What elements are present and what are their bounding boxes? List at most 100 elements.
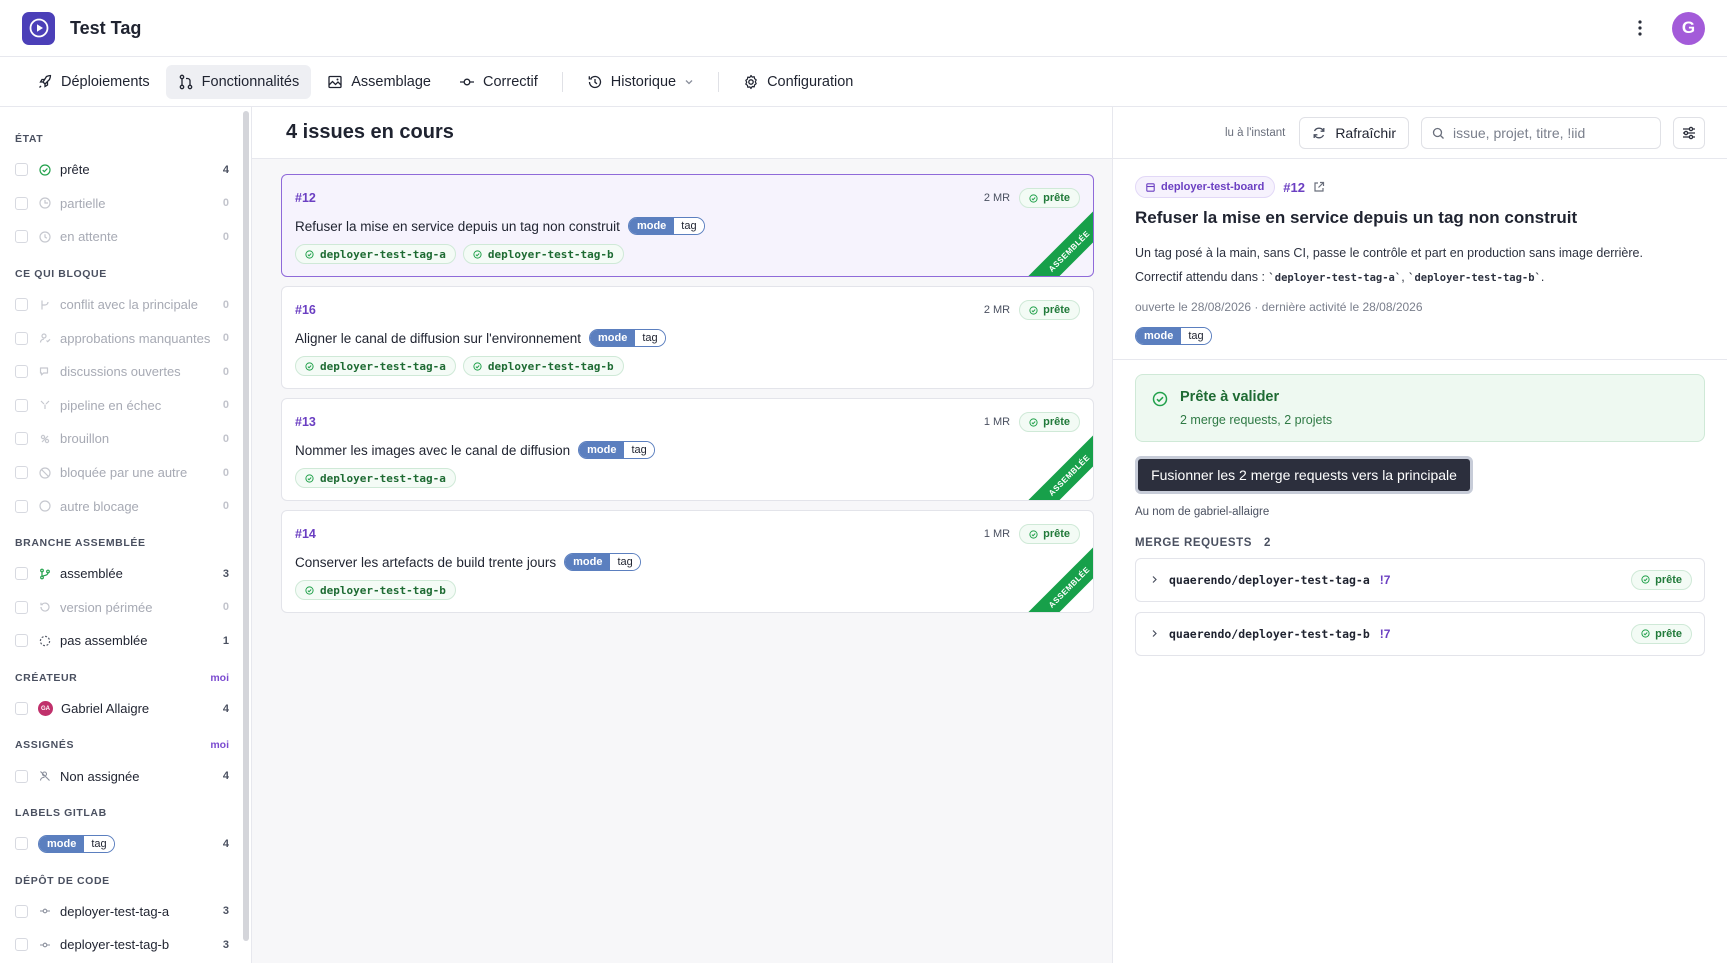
checkbox[interactable] [15,398,28,412]
filter-assignes-moi-link[interactable]: moi [210,739,229,751]
filter-bloque-approbations[interactable]: approbations manquantes 0 [15,321,251,355]
chevron-down-icon [685,79,693,84]
merge-all-button[interactable]: Fusionner les 2 merge requests vers la p… [1135,455,1473,494]
issue-number: #13 [295,415,316,429]
filter-bloque-par-autre[interactable]: bloquée par une autre 0 [15,456,251,490]
repo-chip[interactable]: deployer-test-tag-a [295,468,456,488]
checkbox[interactable] [15,432,28,446]
filter-createur-gabriel[interactable]: GA Gabriel Allaigre 4 [15,692,251,726]
issue-card[interactable]: #16 2 MR prête Aligner le canal de diffusio… [281,286,1094,389]
search-input[interactable] [1453,125,1643,141]
tab-divider [718,71,720,92]
tab-deploiements[interactable]: Déploiements [25,65,162,99]
mr-iid[interactable]: !7 [1380,627,1391,641]
tab-fonctionnalites[interactable]: Fonctionnalités [165,64,312,99]
checkbox[interactable] [15,634,28,648]
gear-icon [745,74,757,89]
checkbox[interactable] [15,702,28,716]
filter-etat-partielle[interactable]: partielle 0 [15,187,251,221]
tab-historique[interactable]: Historique [575,65,706,99]
filter-label-mode-tag[interactable]: mode tag 4 [15,827,251,861]
conflict-icon [38,298,51,311]
issue-title: Aligner le canal de diffusion sur l'envi… [295,330,581,346]
filter-bloque-brouillon[interactable]: brouillon 0 [15,422,251,456]
filter-depot-tag-a[interactable]: deployer-test-tag-a 3 [15,895,251,929]
mr-count: 1 MR [983,416,1011,428]
issue-description: Un tag posé à la main, sans CI, passe le… [1135,246,1643,284]
circle-icon [38,197,51,210]
commit-icon [460,78,474,85]
chevron-right-icon[interactable] [1150,629,1159,638]
filter-bloque-autre[interactable]: autre blocage 0 [15,489,251,523]
checkbox[interactable] [15,904,28,918]
check-circle-icon [305,361,314,371]
filter-bloque-conflit[interactable]: conflit avec la principale 0 [15,288,251,322]
filter-depot-tag-b[interactable]: deployer-test-tag-b 3 [15,928,251,962]
search-box[interactable] [1421,117,1661,149]
sliders-icon [1683,126,1695,140]
filter-section-etat: ÉTAT [15,133,44,145]
merge-request-item[interactable]: quaerendo/deployer-test-tag-a !7 prête [1135,557,1705,602]
checkbox[interactable] [15,466,28,480]
checkbox[interactable] [15,230,28,244]
rocket-icon [39,74,52,88]
checkbox[interactable] [15,196,28,210]
issue-card[interactable]: #13 1 MR prête Nommer les images avec le ca… [281,398,1094,501]
filter-bloque-pipeline[interactable]: pipeline en échec 0 [15,389,251,423]
tab-correctif[interactable]: Correctif [447,65,550,99]
search-icon [1432,127,1444,139]
repo-chip[interactable]: deployer-test-tag-b [462,356,624,376]
checkbox[interactable] [15,298,28,312]
refresh-icon [1313,127,1325,139]
filter-branche-assemblee[interactable]: assemblée 3 [15,557,251,591]
issue-card[interactable]: #12 2 MR prête Refuser la mise en service d… [281,174,1094,277]
checkbox[interactable] [15,837,28,851]
repo-chip[interactable]: deployer-test-tag-a [295,356,456,376]
checkbox[interactable] [15,365,28,379]
draft-icon [38,432,51,445]
more-menu-icon[interactable] [1630,13,1650,43]
tab-assemblage[interactable]: Assemblage [315,65,443,99]
merge-icon [179,74,193,89]
filter-etat-prete[interactable]: prête 4 [15,153,251,187]
checkbox[interactable] [15,769,28,783]
repo-chip[interactable]: deployer-test-tag-a [295,244,456,264]
checkbox[interactable] [15,163,28,177]
checkbox[interactable] [15,331,28,345]
mr-project[interactable]: quaerendo/deployer-test-tag-b [1169,627,1370,641]
app-logo-icon[interactable] [22,11,55,45]
assembled-ribbon: ASSEMBLÉE [1018,200,1093,276]
filter-createur-moi-link[interactable]: moi [210,672,229,684]
checkbox[interactable] [15,600,28,614]
issue-title: Nommer les images avec le canal de diffu… [295,442,571,458]
repo-chip[interactable]: deployer-test-tag-b [295,580,456,600]
filter-etat-en-attente[interactable]: en attente 0 [15,220,251,254]
filter-branche-pas-assemblee[interactable]: pas assemblée 1 [15,624,251,658]
external-link-icon[interactable] [1313,181,1325,193]
filters-button[interactable] [1673,117,1705,149]
filter-bloque-discussions[interactable]: discussions ouvertes 0 [15,355,251,389]
checkbox[interactable] [15,938,28,952]
mr-count: 1 MR [983,528,1011,540]
status-badge: prête [1019,412,1080,432]
refresh-button[interactable]: Rafraîchir [1299,117,1409,149]
check-circle-icon [1029,417,1038,427]
user-avatar[interactable]: G [1672,11,1705,45]
mr-project[interactable]: quaerendo/deployer-test-tag-a [1169,573,1370,587]
tab-label: Configuration [767,73,854,90]
board-chip[interactable]: deployer-test-board [1135,176,1276,198]
filter-assignes-non-assignee[interactable]: Non assignée 4 [15,759,251,793]
tab-configuration[interactable]: Configuration [731,65,865,99]
filter-branche-perimee[interactable]: version périmée 0 [15,591,251,625]
repo-chip[interactable]: deployer-test-tag-b [462,244,624,264]
chevron-right-icon[interactable] [1150,575,1159,584]
checkbox[interactable] [15,499,28,513]
issue-detail: deployer-test-board #12 Refuser la mise … [1113,159,1727,656]
branch-icon [38,567,51,580]
issue-card[interactable]: #14 1 MR prête Conserver les artefacts de b… [281,510,1094,613]
merge-request-item[interactable]: quaerendo/deployer-test-tag-b !7 prête [1135,611,1705,656]
sidebar-scrollbar[interactable] [243,111,249,941]
checkbox[interactable] [15,567,28,581]
tab-label: Assemblage [351,73,431,90]
mr-iid[interactable]: !7 [1380,573,1391,587]
